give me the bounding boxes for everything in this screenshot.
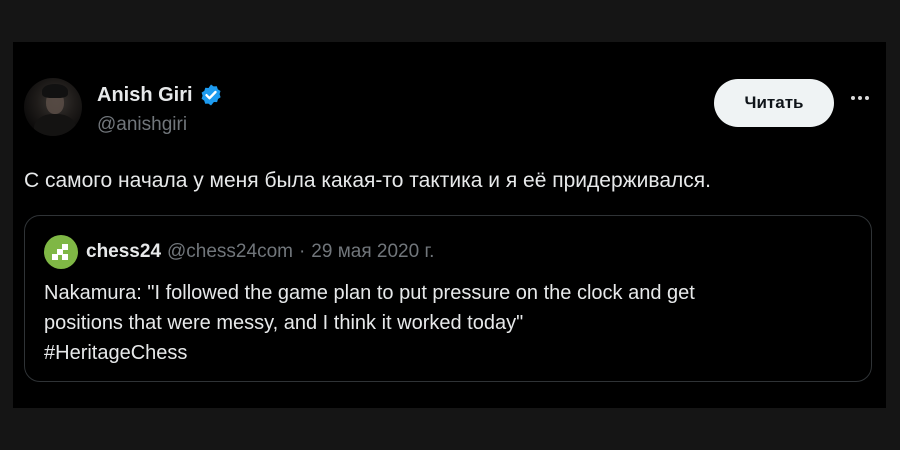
ellipsis-icon[interactable] — [845, 88, 875, 108]
quoted-tweet-date[interactable]: 29 мая 2020 г. — [311, 241, 434, 263]
avatar-figure-body — [34, 114, 76, 136]
quoted-author-name[interactable]: chess24 — [86, 241, 161, 263]
author-name-row[interactable]: Anish Giri — [97, 83, 223, 107]
author-avatar[interactable] — [24, 78, 82, 136]
quoted-text-line: #HeritageChess — [44, 342, 188, 364]
quoted-text-line: Nakamura: "I followed the game plan to p… — [44, 282, 695, 304]
tweet-text: С самого начала у меня была какая-то так… — [24, 169, 711, 192]
more-dot — [851, 96, 855, 100]
more-dot — [865, 96, 869, 100]
verified-badge-icon — [201, 84, 221, 106]
author-name[interactable]: Anish Giri — [97, 84, 193, 107]
avatar-figure-hair — [42, 84, 68, 98]
tweet-card: Anish Giri @anishgiri Читать С самого на… — [13, 42, 886, 408]
quoted-tweet[interactable]: chess24 @chess24com · 29 мая 2020 г. Nak… — [24, 215, 872, 382]
separator-dot: · — [298, 241, 306, 262]
quoted-tweet-text: Nakamura: "I followed the game plan to p… — [44, 278, 844, 368]
quoted-author-handle[interactable]: @chess24com — [167, 241, 293, 263]
chess24-logo-icon[interactable] — [44, 235, 78, 269]
more-dot — [858, 96, 862, 100]
follow-button[interactable]: Читать — [714, 79, 834, 127]
quoted-tweet-header: chess24 @chess24com · 29 мая 2020 г. — [44, 235, 434, 269]
author-handle[interactable]: @anishgiri — [97, 114, 187, 136]
quoted-text-line: positions that were messy, and I think i… — [44, 312, 524, 334]
